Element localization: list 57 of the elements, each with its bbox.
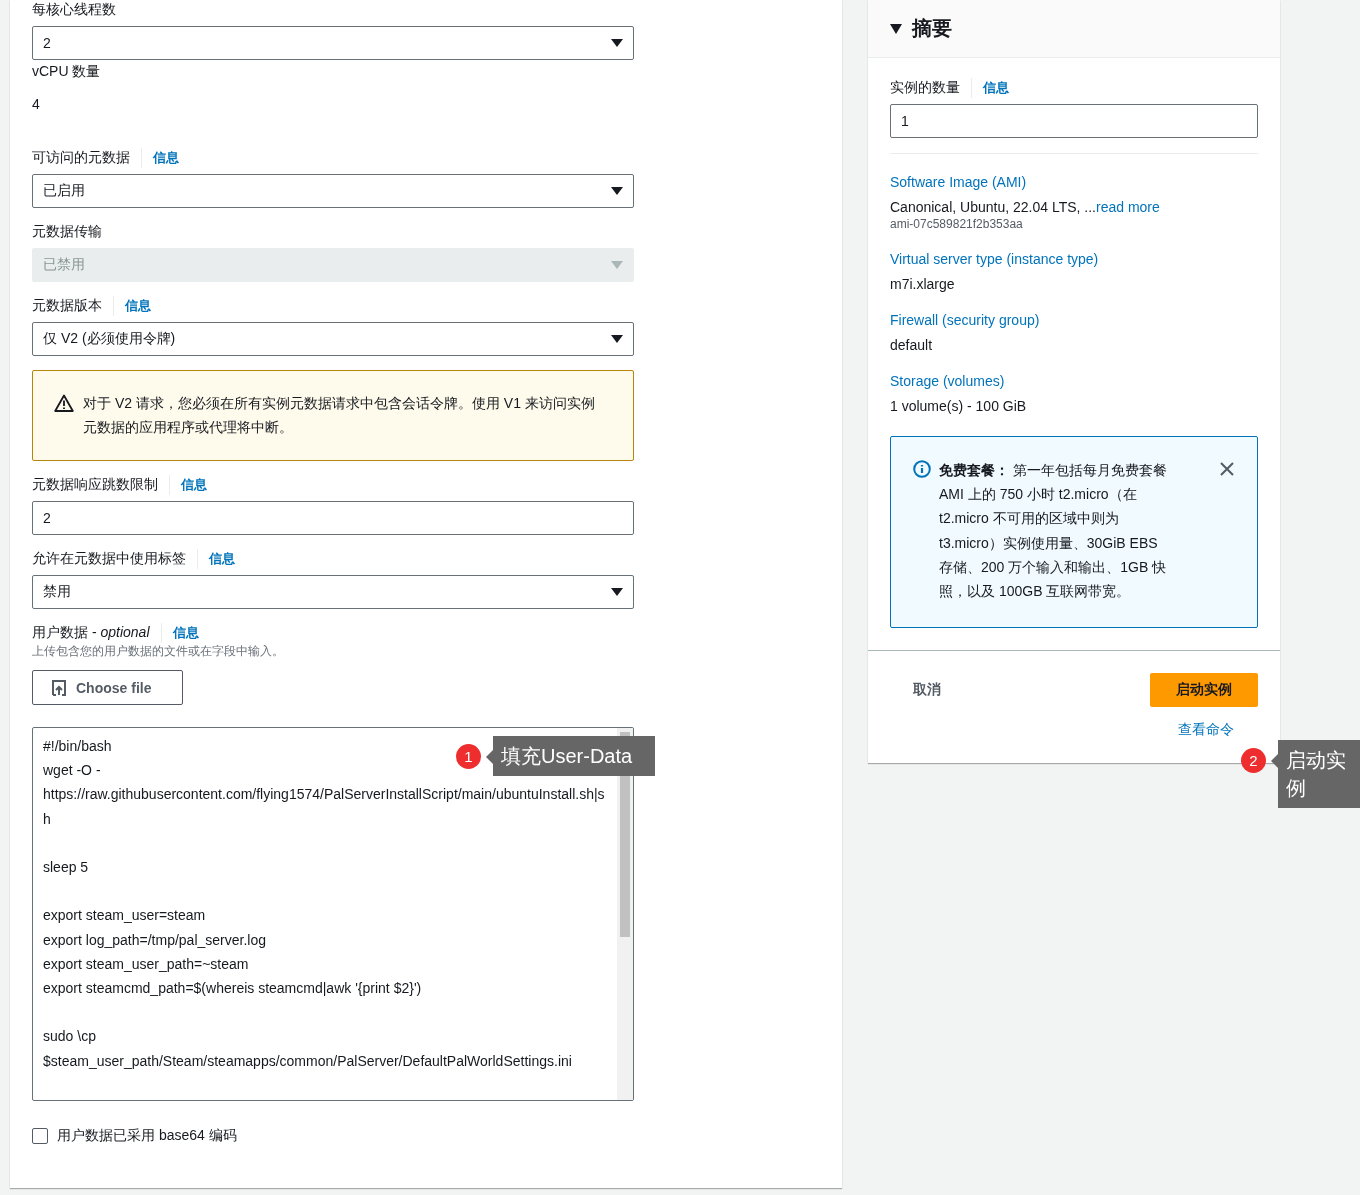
ami-id: ami-07c589821f2b353aa (890, 217, 1024, 231)
summary-heading-link[interactable]: Software Image (AMI) (890, 174, 1258, 190)
info-icon (913, 460, 931, 478)
info-link[interactable]: 信息 (141, 148, 179, 168)
info-link[interactable]: 信息 (169, 475, 207, 495)
read-more-link[interactable]: read more (1096, 199, 1160, 215)
field-label: 元数据传输 (32, 223, 102, 241)
instance-count-field[interactable]: 1 (890, 104, 1258, 138)
field-label: 元数据版本 (32, 297, 102, 315)
summary-value: 1 volume(s) - 100 GiB (890, 398, 1028, 414)
info-link[interactable]: 信息 (197, 549, 235, 569)
checkbox[interactable] (32, 1128, 48, 1144)
field-description: 上传包含您的用户数据的文件或在字段中输入。 (32, 643, 285, 660)
caret-icon (611, 335, 623, 343)
close-icon[interactable] (1219, 461, 1235, 477)
notice-text: 免费套餐： 第一年包括每月免费套餐 AMI 上的 750 小时 t2.micro（在 t2.micro 不可用的区域中则为 t3.micro）实例使用量、30GiB EBS 存储、200 万个输入和输出、1GB 快照，以及 100GB 互联网带宽。 (939, 461, 1168, 601)
choose-file-button[interactable]: Choose file (32, 670, 183, 705)
summary-value: default (890, 337, 934, 353)
select-field[interactable]: 2 (32, 26, 634, 60)
summary-value: m7i.xlarge (890, 276, 956, 292)
summary-title: 摘要 (912, 16, 952, 41)
select-field[interactable]: 仅 V2 (必须使用令牌) (32, 322, 634, 356)
view-command-link[interactable]: 查看命令 (1178, 721, 1234, 740)
launch-instance-button[interactable]: 启动实例 (1150, 673, 1258, 708)
tooltip-pointer-icon (1271, 754, 1278, 768)
info-link[interactable]: 信息 (113, 296, 151, 316)
select-field[interactable]: 禁用 (32, 575, 634, 609)
checkbox-label: 用户数据已采用 base64 编码 (57, 1127, 237, 1145)
field-value: 4 (32, 96, 41, 112)
select-field[interactable]: 已启用 (32, 174, 634, 208)
input-field[interactable]: 2 (32, 501, 634, 535)
field-label: 实例的数量 (890, 79, 960, 97)
field-label: 允许在元数据中使用标签 (32, 550, 186, 568)
upload-icon (51, 679, 67, 696)
warning-icon (54, 394, 74, 412)
field-label: 每核心线程数 (32, 1, 116, 19)
summary-value: Canonical, Ubuntu, 22.04 LTS, ...read more (890, 199, 1161, 215)
field-label: 元数据响应跳数限制 (32, 476, 158, 494)
cancel-button[interactable]: 取消 (913, 673, 941, 708)
field-label: 可访问的元数据 (32, 149, 130, 167)
alert-text: 对于 V2 请求，您必须在所有实例元数据请求中包含会话令牌。使用 V1 来访问实例元数据的应用程序或代理将中断。 (83, 394, 596, 437)
info-link[interactable]: 信息 (971, 78, 1009, 98)
step-number-badge: 2 (1241, 748, 1266, 773)
annotation-tooltip: 启动实例 (1278, 740, 1360, 808)
summary-heading-link[interactable]: Firewall (security group) (890, 312, 1258, 328)
field-label: vCPU 数量 (32, 63, 101, 81)
annotation-tooltip: 填充User-Data (493, 736, 655, 776)
caret-icon (611, 261, 623, 269)
caret-icon (611, 187, 623, 195)
info-link[interactable]: 信息 (160, 623, 199, 643)
caret-icon (611, 588, 623, 596)
summary-heading-link[interactable]: Virtual server type (instance type) (890, 251, 1258, 267)
tooltip-pointer-icon (486, 750, 493, 764)
collapse-caret-icon[interactable] (890, 23, 902, 34)
caret-icon (611, 39, 623, 47)
summary-heading-link[interactable]: Storage (volumes) (890, 373, 1258, 389)
field-label: 用户数据 - optional (32, 624, 150, 642)
